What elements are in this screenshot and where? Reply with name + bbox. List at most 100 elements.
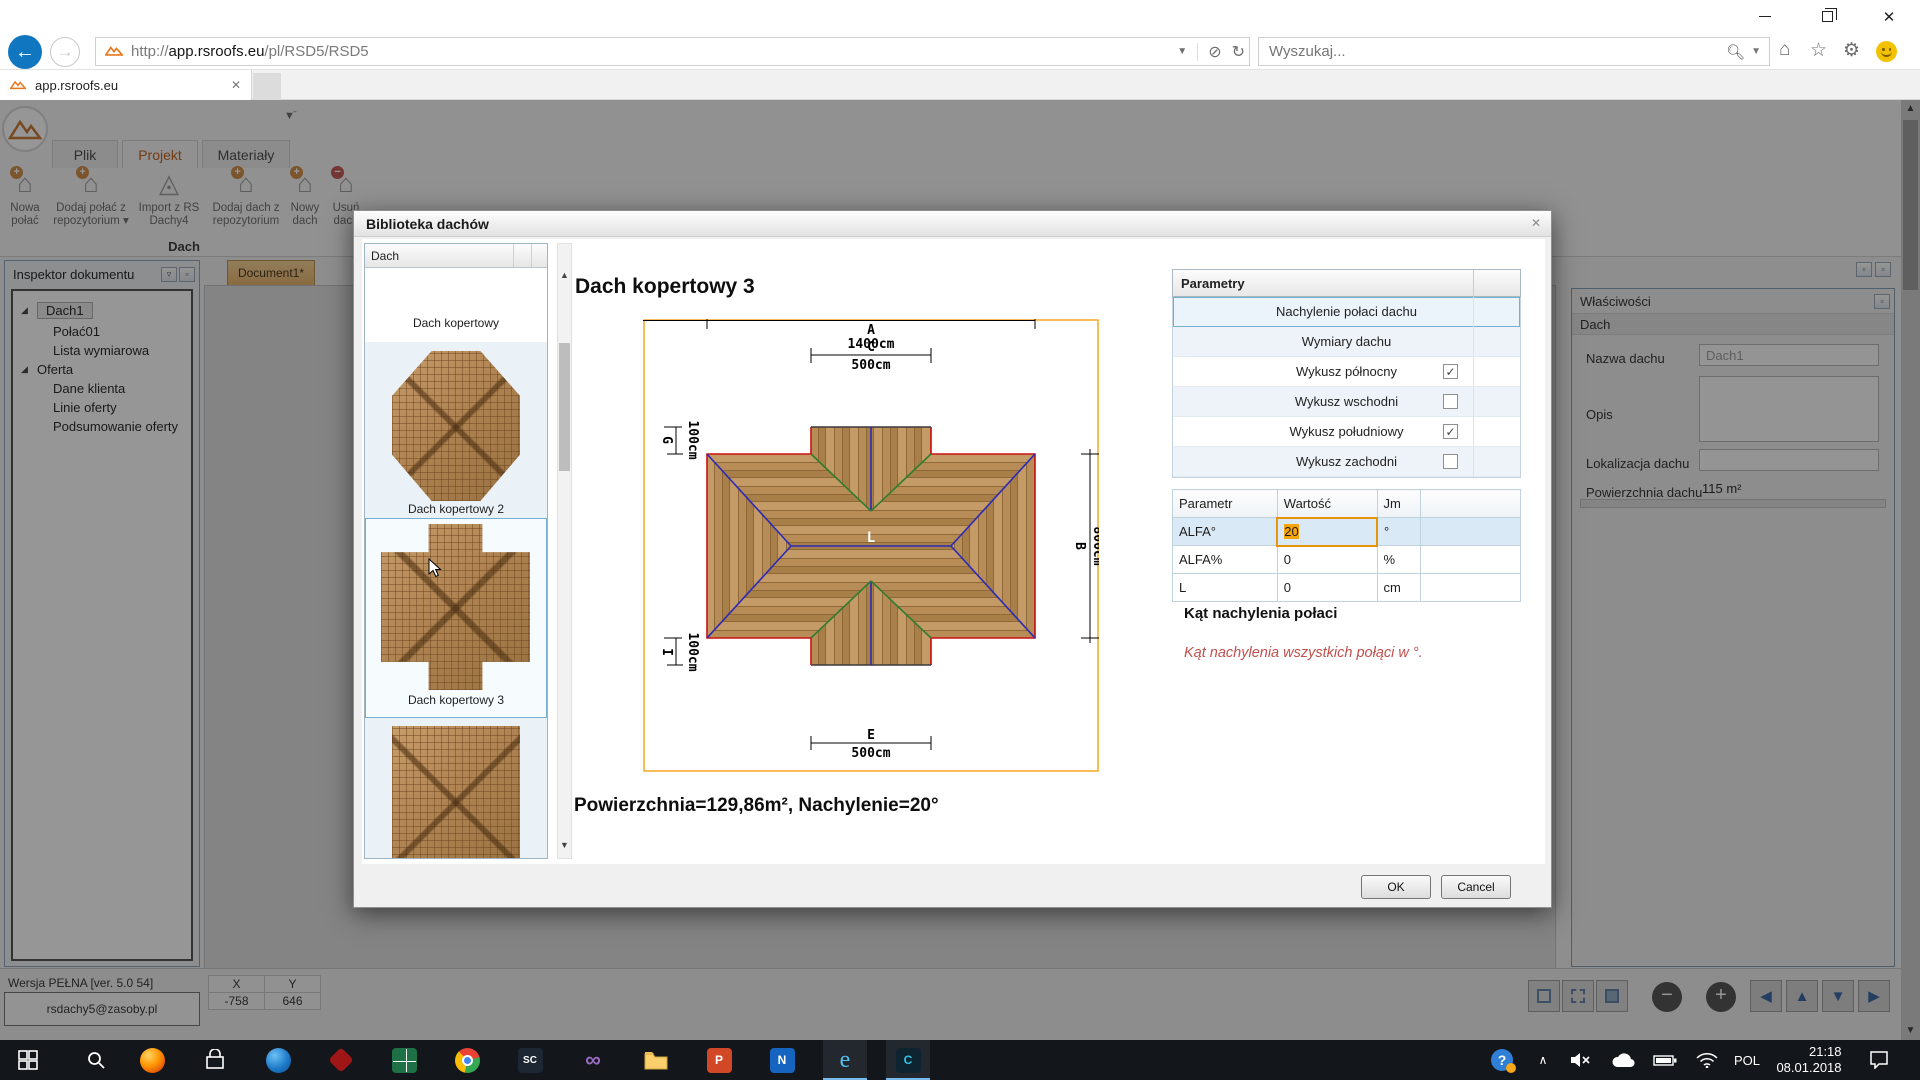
col-wartosc: Wartość bbox=[1277, 490, 1377, 518]
scrollbar-thumb[interactable] bbox=[559, 343, 570, 471]
tray-language-indicator[interactable]: POL bbox=[1726, 1040, 1768, 1080]
roof-thumbnail bbox=[381, 524, 530, 690]
ridge-l-label: L bbox=[867, 530, 875, 546]
taskbar-app-store[interactable] bbox=[193, 1040, 237, 1080]
address-bar[interactable]: http://app.rsroofs.eu/pl/RSD5/RSD5 ▼ ⊘ ↻ bbox=[95, 37, 1250, 66]
visual-studio-icon: ∞ bbox=[581, 1048, 606, 1073]
taskbar-app-orange[interactable]: P bbox=[697, 1040, 741, 1080]
new-tab-button[interactable] bbox=[253, 73, 281, 100]
scroll-up-icon[interactable]: ▲ bbox=[558, 270, 571, 280]
checkbox[interactable] bbox=[1443, 394, 1458, 409]
checkbox[interactable]: ✓ bbox=[1443, 424, 1458, 439]
table-row-l[interactable]: L 0 cm bbox=[1173, 574, 1521, 602]
table-row-alfa-deg[interactable]: ALFA° 20 ° bbox=[1173, 518, 1521, 546]
param-group-wymiary[interactable]: Wymiary dachu bbox=[1173, 327, 1520, 357]
tray-wifi-icon[interactable] bbox=[1688, 1040, 1726, 1080]
window-titlebar: ✕ bbox=[0, 0, 1920, 33]
param-group-wykusz-polnocny[interactable]: Wykusz północny✓ bbox=[1173, 357, 1520, 387]
url-dropdown-icon[interactable]: ▼ bbox=[1177, 46, 1187, 57]
tray-clock[interactable]: 21:1808.01.2018 bbox=[1766, 1040, 1852, 1080]
tray-date: 08.01.2018 bbox=[1776, 1060, 1841, 1076]
taskbar-app-file-explorer[interactable] bbox=[634, 1040, 678, 1080]
url-domain: app.rsroofs.eu bbox=[169, 43, 265, 60]
taskbar-app-blue[interactable]: N bbox=[760, 1040, 804, 1080]
taskbar-app-edge[interactable] bbox=[256, 1040, 300, 1080]
alfa-value-input[interactable]: 20 bbox=[1277, 518, 1377, 546]
browser-tabbar: app.rsroofs.eu ✕ bbox=[0, 70, 1920, 100]
home-icon[interactable]: ⌂ bbox=[1779, 39, 1790, 61]
refresh-icon[interactable]: ↻ bbox=[1232, 42, 1245, 62]
checkbox[interactable] bbox=[1443, 454, 1458, 469]
browser-tab[interactable]: app.rsroofs.eu ✕ bbox=[0, 70, 252, 100]
start-button[interactable] bbox=[6, 1040, 50, 1080]
roof-list-item[interactable]: Dach kopertowy 2 bbox=[365, 342, 547, 518]
window-maximize-button[interactable] bbox=[1796, 0, 1858, 33]
param-group-wykusz-wschodni[interactable]: Wykusz wschodni bbox=[1173, 387, 1520, 417]
param-group-wykusz-poludniowy[interactable]: Wykusz południowy✓ bbox=[1173, 417, 1520, 447]
roof-list: Dach Dach kopertowy Dach kopertowy 2 Dac… bbox=[364, 243, 548, 859]
search-dropdown-icon[interactable]: ▼ bbox=[1751, 46, 1761, 57]
back-button[interactable]: ← bbox=[8, 35, 42, 69]
excel-icon bbox=[392, 1048, 417, 1073]
favorites-star-icon[interactable]: ☆ bbox=[1810, 39, 1827, 62]
site-favicon bbox=[105, 43, 123, 61]
stop-icon[interactable]: ⊘ bbox=[1208, 42, 1221, 62]
taskbar-app-firefox[interactable] bbox=[130, 1040, 174, 1080]
roof-list-scrollbar[interactable]: ▲ ▼ bbox=[557, 243, 572, 859]
ok-button[interactable]: OK bbox=[1361, 875, 1431, 899]
param-group-nachylenie[interactable]: Nachylenie połaci dachu bbox=[1173, 297, 1520, 327]
preview-title: Dach kopertowy 3 bbox=[575, 275, 755, 299]
dim-b-value: 800cm bbox=[1090, 526, 1099, 565]
browser-navbar: ← → http://app.rsroofs.eu/pl/RSD5/RSD5 ▼… bbox=[0, 33, 1920, 70]
mouse-cursor bbox=[428, 558, 442, 578]
feedback-smiley-icon[interactable] bbox=[1876, 41, 1897, 62]
parameter-groups: Nachylenie połaci dachu Wymiary dachu Wy… bbox=[1172, 297, 1521, 478]
divider bbox=[1197, 43, 1198, 61]
taskbar-app-excel[interactable] bbox=[382, 1040, 426, 1080]
url-path: /pl/RSD5/RSD5 bbox=[264, 43, 368, 60]
tab-close-icon[interactable]: ✕ bbox=[231, 78, 241, 92]
taskbar-app-internet-explorer[interactable]: e bbox=[823, 1040, 867, 1080]
roof-list-item[interactable]: Dach kopertowy bbox=[365, 268, 547, 342]
forward-button[interactable]: → bbox=[50, 37, 80, 67]
tray-volume-muted-icon[interactable] bbox=[1562, 1040, 1600, 1080]
window-close-button[interactable]: ✕ bbox=[1858, 0, 1920, 33]
windows-taskbar: SC ∞ P N e C ? ∧ POL 21:1808.01.2018 bbox=[0, 1040, 1920, 1080]
search-box[interactable]: 🔍︎ ▼ bbox=[1258, 37, 1770, 66]
cancel-button[interactable]: Cancel bbox=[1441, 875, 1511, 899]
chrome-icon bbox=[455, 1048, 480, 1073]
checkbox[interactable]: ✓ bbox=[1443, 364, 1458, 379]
tray-action-center-icon[interactable] bbox=[1858, 1040, 1900, 1080]
tray-help-icon[interactable]: ? bbox=[1482, 1040, 1522, 1080]
dim-g-letter: G bbox=[659, 436, 674, 444]
red-app-icon bbox=[328, 1047, 353, 1072]
taskbar-app-red[interactable] bbox=[319, 1040, 363, 1080]
roof-list-item[interactable] bbox=[365, 718, 547, 858]
search-icon[interactable]: 🔍︎ bbox=[1726, 43, 1745, 61]
url-scheme: http:// bbox=[131, 43, 169, 60]
roof-plan-drawing: A 1400cm C 500cm G 100cm I 100cm B 800cm bbox=[643, 319, 1099, 772]
roof-summary: Powierzchnia=129,86m², Nachylenie=20° bbox=[574, 795, 939, 817]
tray-battery-icon[interactable] bbox=[1646, 1040, 1684, 1080]
taskbar-app-c[interactable]: C bbox=[886, 1040, 930, 1080]
tray-onedrive-icon[interactable] bbox=[1604, 1040, 1642, 1080]
taskbar-app-visual-studio[interactable]: ∞ bbox=[571, 1040, 615, 1080]
roof-list-item-selected[interactable]: Dach kopertowy 3 bbox=[365, 518, 547, 718]
tab-title: app.rsroofs.eu bbox=[35, 78, 118, 93]
param-group-wykusz-zachodni[interactable]: Wykusz zachodni bbox=[1173, 447, 1520, 477]
dim-i-letter: I bbox=[659, 648, 674, 656]
dim-g-value: 100cm bbox=[685, 420, 700, 459]
settings-gear-icon[interactable]: ⚙ bbox=[1843, 39, 1860, 62]
dialog-close-icon[interactable]: ✕ bbox=[1531, 216, 1541, 230]
taskbar-app-sc[interactable]: SC bbox=[508, 1040, 552, 1080]
window-minimize-button[interactable] bbox=[1734, 0, 1796, 33]
param-help-text: Kąt nachylenia wszystkich połąci w °. bbox=[1184, 645, 1423, 661]
tray-chevron-up-icon[interactable]: ∧ bbox=[1528, 1040, 1558, 1080]
taskbar-app-chrome[interactable] bbox=[445, 1040, 489, 1080]
search-input[interactable] bbox=[1259, 43, 1726, 60]
parameter-value-table: Parametr Wartość Jm ALFA° 20 ° ALFA% 0 %… bbox=[1172, 489, 1521, 602]
taskbar-search-button[interactable] bbox=[74, 1040, 118, 1080]
table-row-alfa-pct[interactable]: ALFA% 0 % bbox=[1173, 546, 1521, 574]
blue-app-icon: N bbox=[770, 1048, 795, 1073]
scroll-down-icon[interactable]: ▼ bbox=[558, 840, 571, 850]
